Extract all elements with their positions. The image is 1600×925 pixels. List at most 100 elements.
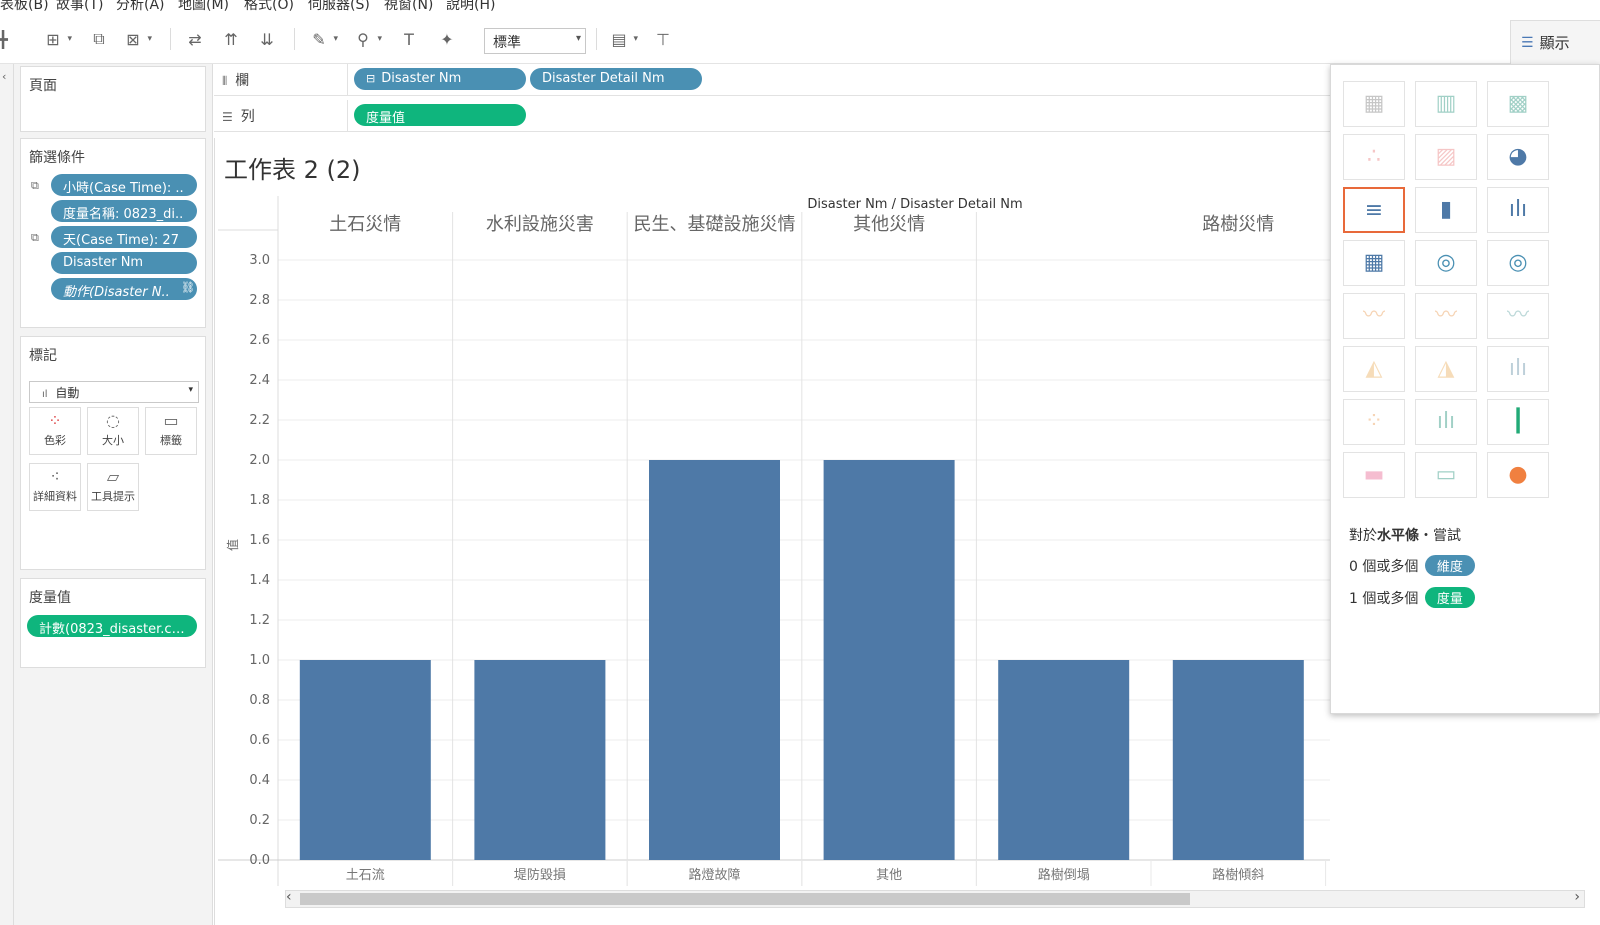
filled-map-icon[interactable]: ▨ [1415,134,1477,180]
new-worksheet-icon[interactable]: ⊞ ▾ [40,26,72,52]
scroll-right-icon[interactable]: › [1574,889,1580,905]
y-tick-label: 1.8 [249,493,270,508]
treemap-icon[interactable]: ▦ [1343,240,1405,286]
scatter-plot-glyph: ⁘ [1364,409,1384,434]
show-labels-icon[interactable]: T [396,26,422,52]
y-tick-label: 1.4 [249,573,270,588]
presentation-mode-icon[interactable]: ⊤ [650,26,676,52]
duplicate-sheet-icon[interactable]: ⧉ [86,26,112,52]
menu-map[interactable]: 地圖(M) [178,0,229,14]
box-whisker-icon[interactable]: ┃ [1487,399,1549,445]
side-by-side-bars-icon[interactable]: ılı [1487,187,1549,233]
y-tick-label: 0.4 [249,773,270,788]
swap-rows-columns-icon[interactable]: ⇄ [182,26,208,52]
filter-pill-hour[interactable]: 小時(Case Time): .. [51,174,197,196]
area-discrete-icon[interactable]: ◮ [1415,346,1477,392]
circle-views-icon[interactable]: ◎ [1415,240,1477,286]
y-axis-label: 值 [225,539,240,551]
symbol-map-icon[interactable]: ∴ [1343,134,1405,180]
columns-shelf-label: ⦀ 欄 [214,64,348,96]
area-continuous-icon[interactable]: ◭ [1343,346,1405,392]
sort-descending-icon[interactable]: ⇊ [254,26,280,52]
scroll-thumb[interactable] [300,893,1190,905]
color-button[interactable]: ⁘ 色彩 [29,407,81,455]
sort-ascending-icon[interactable]: ⇈ [218,26,244,52]
menu-analysis[interactable]: 分析(A) [116,0,165,14]
filter-pill-action[interactable]: 動作(Disaster N.. [51,278,197,300]
filter-pill-disaster-nm[interactable]: Disaster Nm [51,252,197,274]
filter-pill-day[interactable]: 天(Case Time): 27 [51,226,197,248]
pages-card[interactable]: 頁面 [20,66,206,132]
show-me-icon: ☰ [1521,34,1534,51]
chevron-left-icon[interactable]: ‹ [2,70,6,83]
label-label: 標籤 [160,434,182,447]
area-discrete-glyph: ◮ [1437,356,1455,381]
collapse-icon[interactable]: ⊟ [366,72,375,85]
histogram-icon[interactable]: ılı [1415,399,1477,445]
bullet-graph-icon[interactable]: ▭ [1415,452,1477,498]
bar[interactable] [649,460,780,860]
x-category-label: 路樹倒塌 [1038,867,1090,883]
cards-pane: 頁面 篩選條件 ⧉ 小時(Case Time): .. 度量名稱: 0823_d… [14,64,213,925]
scatter-plot-icon[interactable]: ⁘ [1343,399,1405,445]
dual-lines-icon[interactable]: 〰 [1487,293,1549,339]
scroll-left-icon[interactable]: ‹ [286,889,292,905]
lines-discrete-icon[interactable]: 〰 [1415,293,1477,339]
connect-data-icon[interactable]: ╋ [0,26,16,52]
side-by-side-circles-icon[interactable]: ◎ [1487,240,1549,286]
filters-card[interactable]: 篩選條件 ⧉ 小時(Case Time): .. 度量名稱: 0823_di..… [20,138,206,328]
clear-sheet-icon[interactable]: ⊠ ▾ [120,26,152,52]
dual-combination-icon[interactable]: ılı [1487,346,1549,392]
size-button[interactable]: ◌ 大小 [87,407,139,455]
gantt-chart-icon[interactable]: ▬ [1343,452,1405,498]
show-cards-icon[interactable]: ▤ ▾ [606,26,638,52]
y-tick-label: 0.6 [249,733,270,748]
lines-continuous-icon[interactable]: 〰 [1343,293,1405,339]
bar[interactable] [823,460,955,860]
detail-button[interactable]: ⁖ 詳細資料 [29,463,81,511]
heat-map-icon[interactable]: ▥ [1415,81,1477,127]
bar[interactable] [998,660,1130,860]
bar[interactable] [299,660,431,860]
pin-axes-icon[interactable]: ✦ [434,26,460,52]
filter-pill-measure-names[interactable]: 度量名稱: 0823_di.. [51,200,197,222]
column-pill-disaster-nm[interactable]: ⊟ Disaster Nm [354,68,526,90]
label-button[interactable]: ▭ 標籤 [145,407,197,455]
data-pane-collapsed[interactable]: ‹ [0,64,14,925]
menu-help[interactable]: 說明(H) [446,0,495,14]
bar[interactable] [1172,660,1304,860]
text-table-icon[interactable]: ▦ [1343,81,1405,127]
heat-map-glyph: ▥ [1435,91,1457,116]
menu-format[interactable]: 格式(O) [244,0,294,14]
mark-type-dropdown[interactable]: ıl 自動 ▾ [29,381,199,403]
bar[interactable] [474,660,606,860]
columns-shelf[interactable]: ⦀ 欄 ⊟ Disaster Nm Disaster Detail Nm [214,64,1330,96]
menu-server[interactable]: 伺服器(S) [308,0,370,14]
sheet-title: 工作表 2 (2) [224,156,361,184]
packed-bubbles-icon[interactable]: ● [1487,452,1549,498]
menu-window[interactable]: 視窗(N) [384,0,433,14]
horizontal-scrollbar[interactable]: ‹ › [285,889,1585,908]
menu-story[interactable]: 故事(T) [56,0,103,14]
side-by-side-circles-glyph: ◎ [1508,250,1528,275]
bullet-graph-glyph: ▭ [1435,462,1457,487]
fit-dropdown[interactable]: 標準 ▾ [484,28,586,54]
bar-chart[interactable]: Disaster Nm / Disaster Detail Nm 值 0.0 0.… [214,190,1330,890]
menu-dashboard[interactable]: 表板(B) [0,0,49,14]
group-members-icon[interactable]: ⚲ ▾ [350,26,382,52]
stacked-bars-icon[interactable]: ▮ [1415,187,1477,233]
row-pill-measure-values[interactable]: 度量值 [354,104,526,126]
measure-pill-count[interactable]: 計數(0823_disaster.cs.. [27,615,197,637]
pie-chart-icon[interactable]: ◕ [1487,134,1549,180]
highlight-table-icon[interactable]: ▩ [1487,81,1549,127]
column-pill-disaster-detail-nm[interactable]: Disaster Detail Nm [530,68,702,90]
tooltip-button[interactable]: ▱ 工具提示 [87,463,139,511]
horizontal-bars-icon[interactable]: ≡ [1343,187,1405,233]
show-me-measure-hint: 1 個或多個 度量 [1349,587,1475,608]
show-me-button[interactable]: ☰ 顯示 [1510,20,1600,64]
rows-shelf[interactable]: ☰ 列 度量值 [214,100,1330,132]
highlight-table-glyph: ▩ [1507,91,1529,116]
dimension-pill: 維度 [1424,555,1475,576]
highlight-icon[interactable]: ✎ ▾ [306,26,338,52]
context-filter-icon: ⧉ [31,231,39,244]
